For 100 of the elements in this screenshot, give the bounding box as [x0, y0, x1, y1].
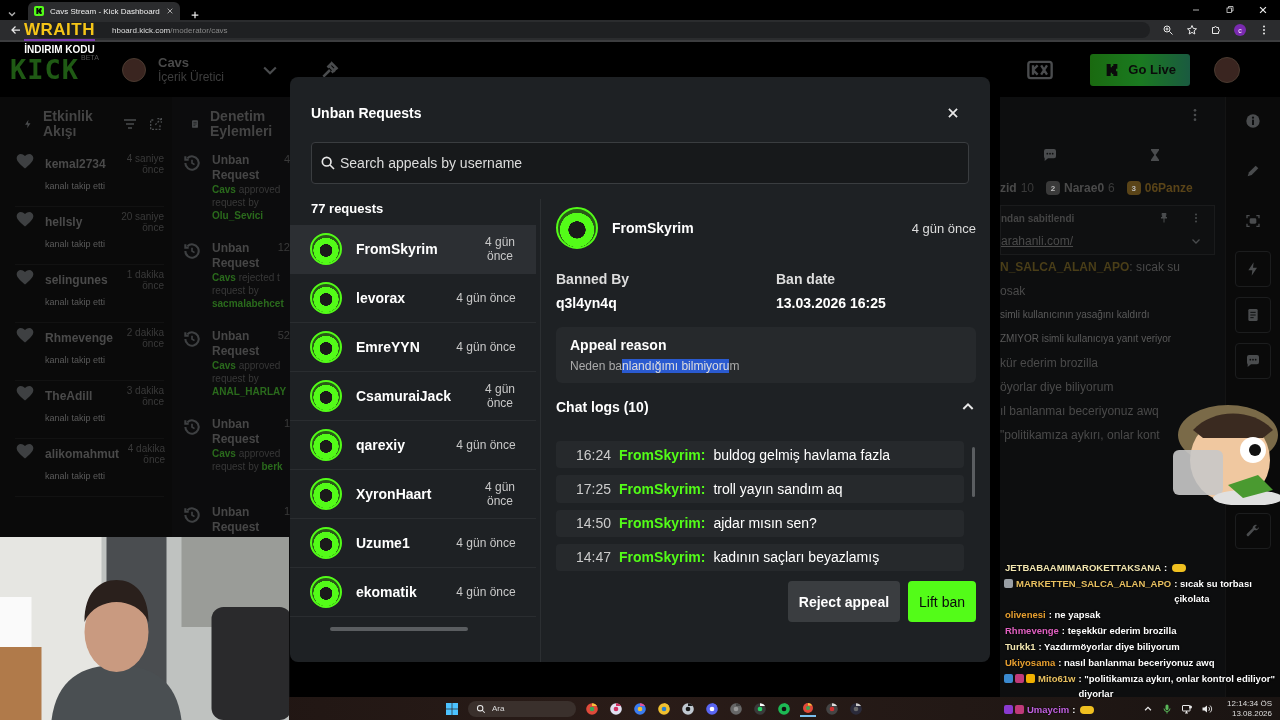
username: selingunes [45, 273, 108, 287]
volume-icon[interactable] [1201, 702, 1214, 715]
taskbar-app-icon[interactable] [704, 700, 720, 717]
username: alikomahmut [45, 447, 119, 461]
username: kemal2734 [45, 157, 106, 171]
window-close-icon[interactable] [1258, 5, 1268, 15]
new-tab-icon[interactable] [189, 10, 200, 20]
channel-role: İçerik Üretici [158, 70, 225, 84]
user-avatar [310, 380, 342, 412]
heart-icon [15, 441, 35, 461]
taskbar-app-icon[interactable] [728, 700, 744, 717]
chat-message: öyorlar diye biliyorum [1000, 379, 1115, 396]
activity-text: kanalı takip etti [45, 355, 107, 365]
back-icon[interactable] [10, 24, 22, 36]
tab-title: Cavs Stream - Kick Dashboard [50, 6, 160, 16]
action-title: Unban Request [212, 417, 261, 447]
restore-icon[interactable] [1224, 4, 1236, 16]
taskbar-app-icon[interactable] [632, 700, 648, 717]
chat-username: olivenesi [1005, 608, 1046, 622]
username: hellsly [45, 215, 83, 229]
request-list-item[interactable]: qarexiy 4 gün önce [290, 421, 536, 470]
request-list-item[interactable]: XyronHaart 4 gün önce [290, 470, 536, 519]
timestamp: 4 gün önce [911, 220, 976, 236]
chat-message: osak [1000, 283, 1027, 300]
username: 06Panze [1144, 181, 1193, 195]
close-icon[interactable] [946, 106, 960, 120]
chat-username: Rhmevenge [1005, 624, 1059, 638]
taskbar-app-icon[interactable] [752, 700, 768, 717]
chat-username: JETBABAAMIMAROKETTAKSANA [1005, 561, 1162, 575]
search-field[interactable]: Search appeals by username [311, 142, 969, 184]
rank-badge: 2 [1046, 181, 1061, 195]
display-icon[interactable] [1181, 702, 1194, 715]
chat-username: MARKETTEN_SALCA_ALAN_APO [1016, 577, 1172, 591]
scrollbar-thumb[interactable] [972, 447, 975, 497]
kick-favicon-icon [34, 6, 44, 16]
user-avatar [310, 527, 342, 559]
lift-ban-button[interactable]: Lift ban [908, 581, 976, 622]
user-avatar [310, 478, 342, 510]
taskbar-app-icon[interactable] [608, 700, 624, 717]
taskbar-app-icon[interactable] [584, 700, 600, 717]
chat-log-row: 14:50 FromSkyrim: ajdar mısın sen? [556, 509, 964, 537]
chat-text: : [1072, 703, 1076, 717]
scrollbar-thumb[interactable] [330, 627, 468, 631]
request-list-item[interactable]: ekomatik 4 gün önce [290, 568, 536, 617]
channel-name: Cavs [158, 55, 191, 70]
chat-text: : "politikamıza aykırı, onlar kontrol ediliyor" diyorlar [1078, 672, 1276, 700]
close-tab-icon[interactable] [165, 7, 174, 15]
username: FromSkyrim [612, 220, 695, 236]
username: Rhmevenge [45, 331, 114, 345]
user-avatar [310, 429, 342, 461]
taskbar-app-icon[interactable] [848, 700, 864, 717]
activity-text: kanalı takip etti [45, 413, 107, 423]
taskbar-app-icon[interactable] [824, 700, 840, 717]
sponsor-subtitle: İNDIRIM KODU [24, 44, 95, 55]
username: TheAdill [45, 389, 93, 403]
request-list-item[interactable]: FromSkyrim 4 gün önce [290, 225, 536, 274]
history-icon [182, 241, 202, 261]
taskbar-app-icon[interactable] [800, 700, 816, 717]
action-title: Unban Request [212, 153, 261, 183]
taskbar-app-icon[interactable] [656, 700, 672, 717]
activity-text: kanalı takip etti [45, 239, 107, 249]
request-list-item[interactable]: EmreYYN 4 gün önce [290, 323, 536, 372]
taskbar-app-icon[interactable] [776, 700, 792, 717]
request-list-item[interactable]: CsamuraiJack 4 gün önce [290, 372, 536, 421]
chat-username: Mito61w [1038, 672, 1076, 686]
chat-text: : ne yapsak [1048, 608, 1101, 622]
clock-time[interactable]: 12:14:34 ÖS [1227, 698, 1272, 709]
go-live-button[interactable]: Go Live [1090, 53, 1190, 86]
heart-icon [15, 209, 35, 229]
request-list-item[interactable]: Uzume1 4 gün önce [290, 519, 536, 568]
history-icon [182, 505, 202, 525]
start-icon[interactable] [444, 700, 460, 717]
zoom-icon[interactable] [1162, 24, 1174, 36]
user-avatar [310, 576, 342, 608]
section-title: Chat logs (10) [556, 399, 649, 415]
bookmark-star-icon[interactable] [1186, 24, 1198, 36]
history-icon [182, 329, 202, 349]
browser-tab[interactable]: Cavs Stream - Kick Dashboard [28, 2, 180, 20]
extensions-icon[interactable] [1210, 24, 1222, 36]
field-value: 13.03.2026 16:25 [776, 295, 887, 311]
taskbar-search-field[interactable]: Ara [468, 700, 576, 717]
appeal-label: Appeal reason [570, 337, 668, 353]
search-icon [476, 703, 486, 714]
action-title: Unban Request [212, 329, 261, 359]
activity-text: kanalı takip etti [45, 297, 107, 307]
user-avatar [310, 331, 342, 363]
request-list-item[interactable]: levorax 4 gün önce [290, 274, 536, 323]
heart-icon [15, 151, 35, 171]
chat-text: : teşekkür ederim brozilla [1061, 624, 1177, 638]
field-label: Ban date [776, 271, 837, 287]
user-avatar [310, 233, 342, 265]
reject-appeal-button[interactable]: Reject appeal [787, 581, 901, 622]
user-avatar [556, 207, 598, 249]
request-count: 77 requests [310, 200, 385, 218]
sponsor-title: WRAITH [24, 20, 95, 41]
taskbar-app-icon[interactable] [680, 700, 696, 717]
heart-icon [15, 267, 35, 287]
clock-date[interactable]: 13.08.2026 [1231, 708, 1272, 719]
chat-username: Turkk1 [1005, 640, 1036, 654]
activity-text: kanalı takip etti [45, 471, 107, 481]
